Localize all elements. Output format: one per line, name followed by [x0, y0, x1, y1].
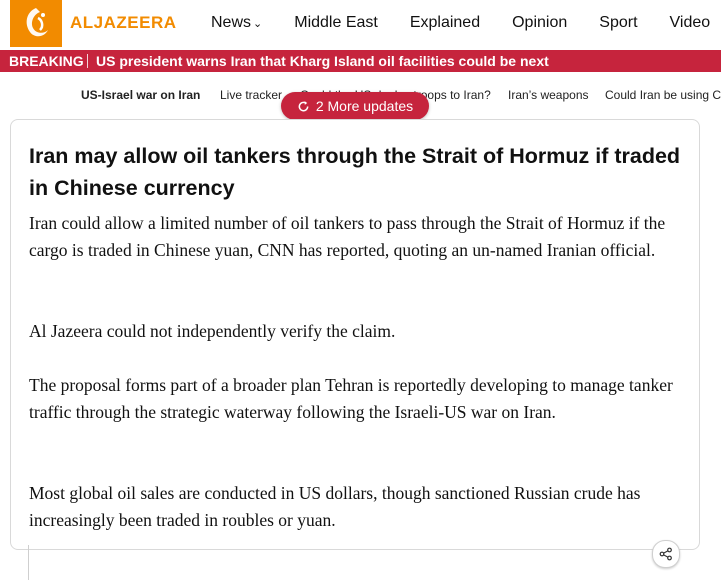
- nav-sport[interactable]: Sport: [599, 14, 637, 32]
- refresh-icon: [298, 100, 309, 111]
- breaking-news-bar[interactable]: BREAKING US president warns Iran that Kh…: [0, 50, 721, 72]
- paragraph-1: Iran could allow a limited number of oil…: [29, 213, 666, 260]
- logo-calligraphy-icon: [26, 8, 48, 37]
- nav-news[interactable]: News ⌄: [211, 14, 262, 32]
- subnav-link-weapons[interactable]: Iran’s weapons: [508, 88, 589, 102]
- share-button[interactable]: [652, 540, 680, 568]
- live-update-card: Iran may allow oil tankers through the S…: [10, 119, 700, 550]
- paragraph-4: Most global oil sales are conducted in U…: [29, 483, 641, 530]
- subnav-topic[interactable]: US-Israel war on Iran: [81, 88, 200, 102]
- nav-middle-east[interactable]: Middle East: [294, 14, 378, 32]
- nav-news-label: News: [211, 14, 252, 31]
- brand-name[interactable]: ALJAZEERA: [70, 13, 177, 33]
- more-updates-button[interactable]: 2 More updates: [281, 92, 429, 120]
- more-updates-label: 2 More updates: [315, 98, 414, 114]
- aljazeera-logo[interactable]: [10, 0, 62, 47]
- paragraph-2: Al Jazeera could not independently verif…: [29, 321, 396, 341]
- subnav-link-could-iran[interactable]: Could Iran be using C: [605, 88, 721, 102]
- main-nav: News ⌄ Middle East Explained Opinion Spor…: [211, 14, 721, 32]
- share-icon: [659, 547, 672, 561]
- breaking-divider: [87, 54, 88, 68]
- nav-video[interactable]: Video: [670, 14, 711, 32]
- subnav-link-live-tracker[interactable]: Live tracker: [220, 88, 282, 102]
- breaking-label: BREAKING: [9, 53, 84, 69]
- timeline-line: [28, 545, 29, 580]
- top-bar: ALJAZEERA News ⌄ Middle East Explained Op…: [0, 0, 721, 47]
- chevron-down-icon: ⌄: [253, 18, 263, 30]
- nav-explained[interactable]: Explained: [410, 14, 480, 32]
- paragraph-3: The proposal forms part of a broader pla…: [29, 375, 673, 422]
- breaking-headline[interactable]: US president warns Iran that Kharg Islan…: [96, 53, 549, 69]
- nav-opinion[interactable]: Opinion: [512, 14, 567, 32]
- update-headline: Iran may allow oil tankers through the S…: [29, 144, 681, 200]
